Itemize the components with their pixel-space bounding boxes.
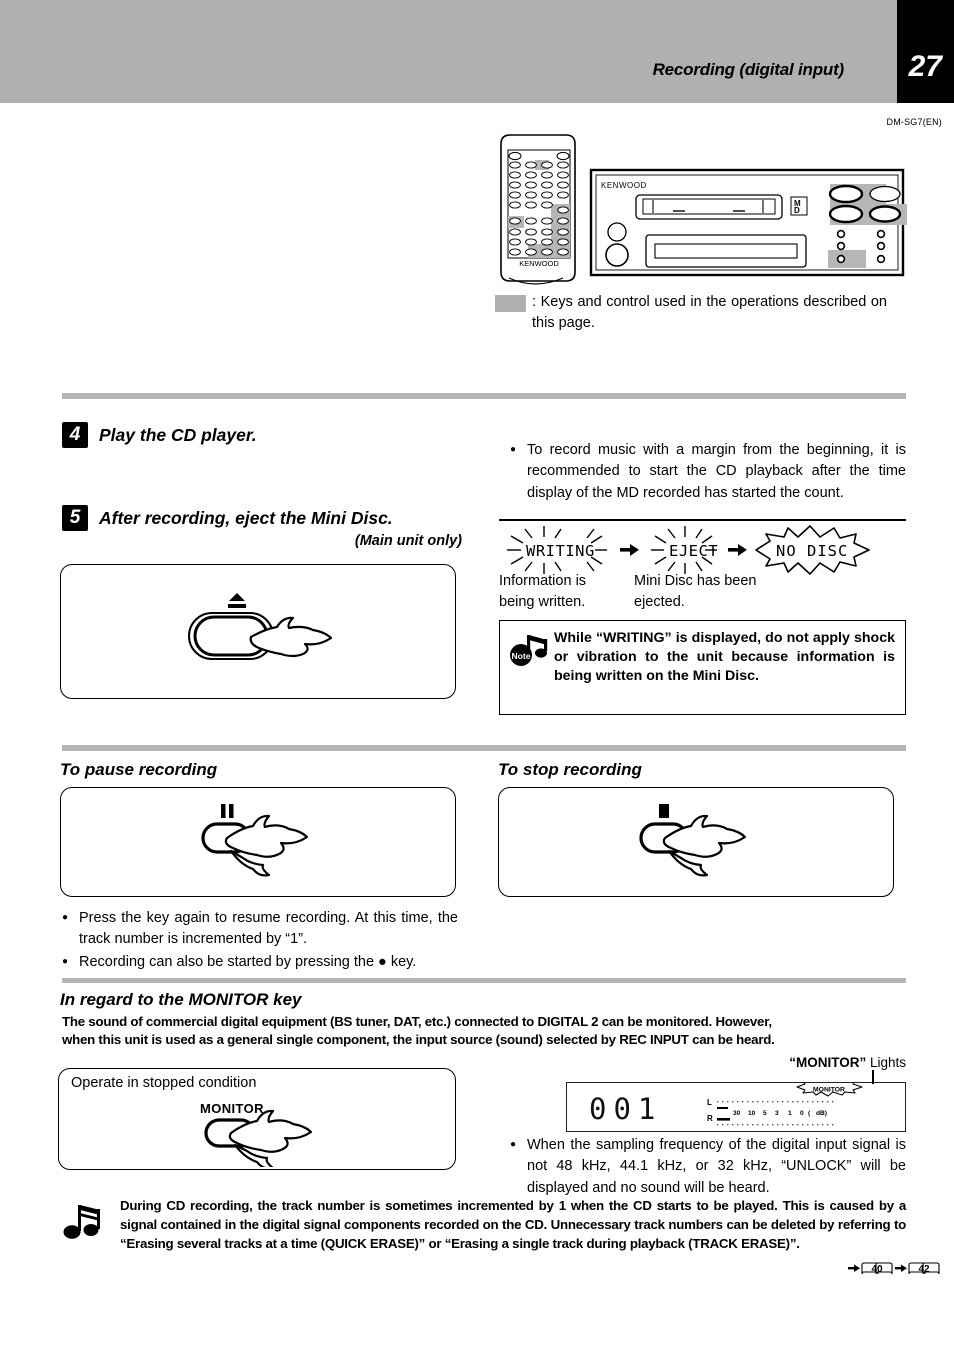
svg-text:0: 0 <box>800 1110 804 1117</box>
monitor-indicator-label: MONITOR <box>813 1087 845 1094</box>
bullet-item: Recording can also be started by pressin… <box>62 952 458 973</box>
model-code: DM-SG7(EN) <box>886 117 942 127</box>
display-sequence-rule <box>499 519 906 521</box>
bullet-item: Press the key again to resume recording.… <box>62 908 458 951</box>
md-display-panel: 001 L R 30 10 5 3 1 0 (dB) MONITOR <box>566 1082 906 1132</box>
monitor-notes: When the sampling frequency of the digit… <box>510 1135 906 1200</box>
monitor-paragraph-line-2: when this unit is used as a general sing… <box>62 1032 775 1047</box>
page-ref-40: 40 <box>871 1264 883 1275</box>
remote-brand-label: KENWOOD <box>519 259 559 268</box>
stop-key-figure <box>498 787 894 897</box>
main-unit-illustration: KENWOOD M D <box>589 168 907 277</box>
page-title: Recording (digital input) <box>652 60 845 79</box>
note-box-writing: Note While “WRITING” is displayed, do no… <box>499 620 906 715</box>
step-5: 5 After recording, eject the Mini Disc. (… <box>62 505 462 549</box>
note-icon: Note <box>507 631 551 669</box>
music-note-icon <box>62 1199 108 1245</box>
svg-text:10: 10 <box>748 1110 756 1117</box>
level-meter-left-label: L <box>707 1098 712 1107</box>
stop-icon <box>659 804 669 818</box>
monitor-lights-rest: Lights <box>866 1055 906 1070</box>
svg-text:(: ( <box>808 1110 811 1117</box>
svg-text:dB): dB) <box>816 1110 827 1117</box>
level-meter-right-label: R <box>707 1114 713 1123</box>
step-5-title: After recording, eject the Mini Disc. <box>99 507 393 528</box>
section-divider <box>62 393 906 399</box>
track-number-display: 001 <box>589 1092 663 1126</box>
legend: : Keys and control used in the operation… <box>495 292 907 334</box>
arrow-icon-4 <box>895 1264 907 1272</box>
monitor-indicator-burst: MONITOR <box>796 1083 863 1097</box>
arrow-icon-3 <box>848 1264 860 1272</box>
display-sequence: WRITING EJECT NO DISC <box>499 524 906 578</box>
section-divider-3 <box>62 978 906 983</box>
step-5-number: 5 <box>62 505 88 531</box>
caption-eject: Mini Disc has been ejected. <box>634 573 757 610</box>
display-writing-text: WRITING <box>526 542 595 560</box>
legend-swatch <box>495 295 526 312</box>
monitor-section-heading: In regard to the MONITOR key <box>60 990 302 1009</box>
arrow-icon-1 <box>620 544 639 556</box>
display-no-disc-text: NO DISC <box>776 542 848 560</box>
step-4: 4 Play the CD player. <box>62 422 462 448</box>
stop-section-heading: To stop recording <box>498 760 642 779</box>
step-4-notes: To record music with a margin from the b… <box>510 440 906 505</box>
svg-text:5: 5 <box>763 1110 767 1117</box>
pause-section-heading: To pause recording <box>60 760 218 779</box>
bullet-item: When the sampling frequency of the digit… <box>510 1135 906 1199</box>
pause-icon <box>221 804 234 818</box>
note-text: While “WRITING” is displayed, do not app… <box>554 630 895 685</box>
svg-text:1: 1 <box>788 1110 792 1117</box>
monitor-leader-line <box>872 1070 874 1084</box>
caption-writing: Information is being written. <box>499 573 587 610</box>
svg-text:30: 30 <box>733 1110 741 1117</box>
page-ref-42-icon: 42 <box>908 1262 940 1275</box>
monitor-lights-label: “MONITOR” Lights <box>640 1055 906 1070</box>
device-illustration: KENWOOD KENWOOD M D <box>495 132 907 287</box>
display-eject-text: EJECT <box>669 542 718 560</box>
brand-label: KENWOOD <box>601 181 647 190</box>
eject-key-figure <box>60 564 456 699</box>
page-ref-40-icon: 40 <box>861 1262 893 1275</box>
page-ref-42: 42 <box>918 1264 930 1275</box>
level-meter-scale: 30 10 5 310 (dB) <box>733 1110 827 1117</box>
svg-text:D: D <box>794 206 800 215</box>
step-4-title: Play the CD player. <box>99 424 257 445</box>
arrow-icon-2 <box>728 544 747 556</box>
monitor-paragraph-line-1: The sound of commercial digital equipmen… <box>62 1014 772 1029</box>
header-band <box>0 0 954 103</box>
eject-icon <box>228 593 246 608</box>
display-no-disc: NO DISC <box>755 525 870 575</box>
step-5-subtitle: (Main unit only) <box>354 533 462 549</box>
svg-text:Note: Note <box>512 651 531 661</box>
bottom-note-text: During CD recording, the track number is… <box>120 1198 906 1251</box>
legend-text: : Keys and control used in the operation… <box>532 294 887 332</box>
monitor-lights-quoted: “MONITOR” <box>789 1055 867 1070</box>
page-reference-group: 40 42 <box>848 1258 944 1280</box>
monitor-key-figure: Operate in stopped condition MONITOR <box>58 1068 456 1170</box>
page-number: 27 <box>908 50 942 83</box>
bottom-note: During CD recording, the track number is… <box>120 1196 906 1253</box>
svg-text:3: 3 <box>775 1110 779 1117</box>
bullet-item: To record music with a margin from the b… <box>510 440 906 504</box>
step-4-number: 4 <box>62 422 88 448</box>
pause-key-figure <box>60 787 456 897</box>
pause-notes: Press the key again to resume recording.… <box>62 908 458 974</box>
remote-control-illustration: KENWOOD <box>500 134 576 285</box>
section-divider-2 <box>62 745 906 751</box>
